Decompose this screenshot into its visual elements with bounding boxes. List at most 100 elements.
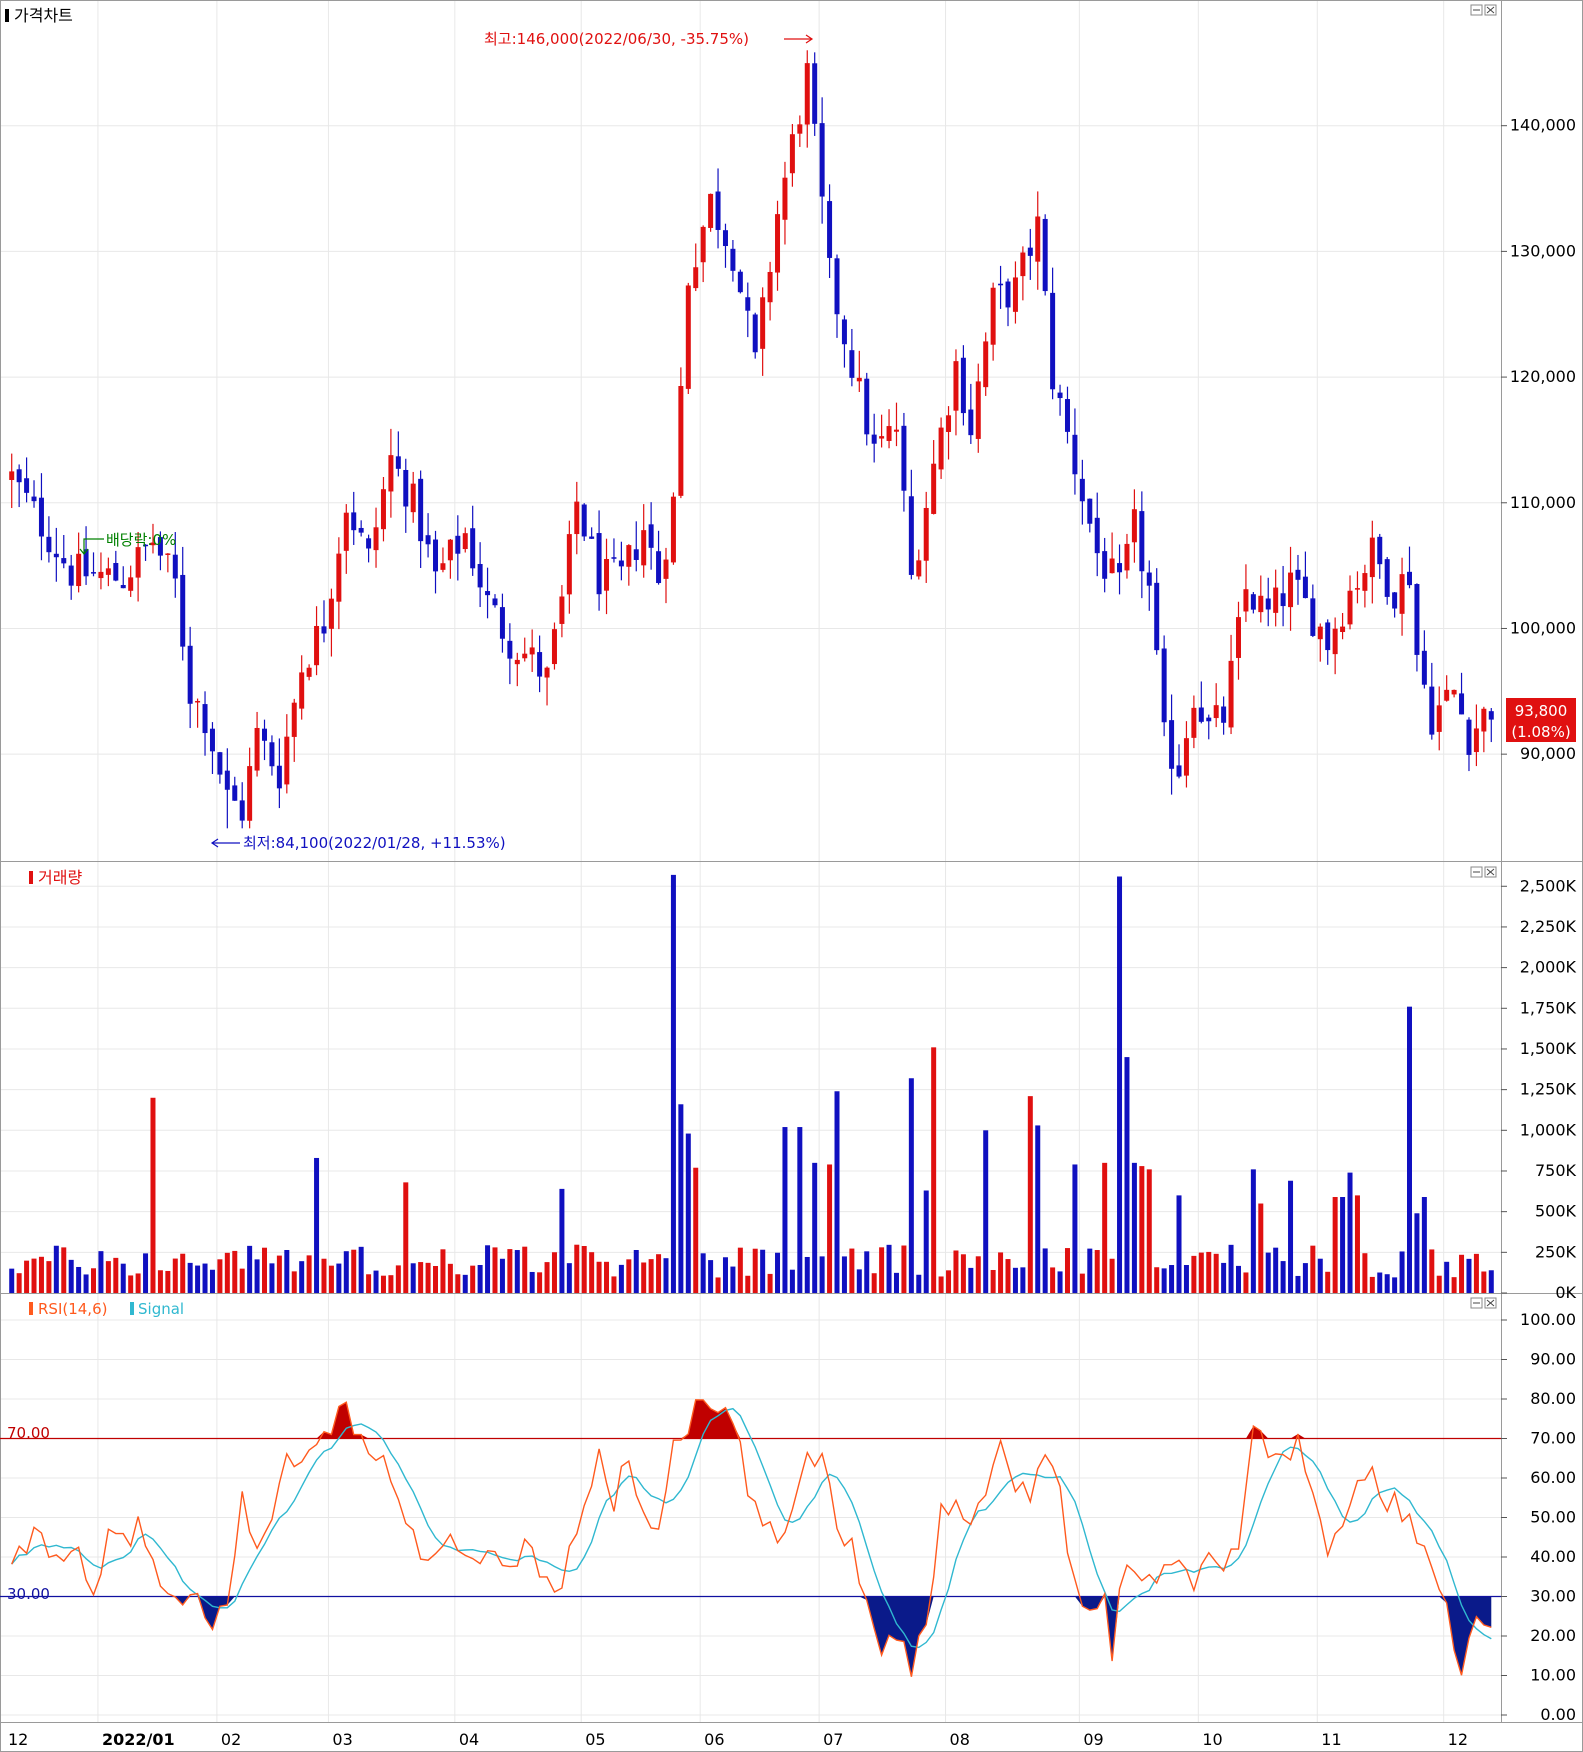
candle-body [1302, 576, 1308, 599]
candle-body [76, 553, 82, 587]
rsi-panel-close-button[interactable] [1484, 1297, 1497, 1309]
volume-panel-close-button[interactable] [1484, 866, 1497, 878]
volume-bar [1466, 1258, 1472, 1293]
volume-bar [291, 1271, 297, 1293]
volume-panel-minimize-button[interactable] [1470, 866, 1483, 878]
volume-bar [172, 1258, 178, 1293]
volume-bar [209, 1269, 215, 1293]
candle-body [566, 534, 572, 595]
volume-bar [1288, 1180, 1294, 1293]
volume-bar [410, 1263, 416, 1293]
rsi-panel-minimize-button[interactable] [1470, 1297, 1483, 1309]
candle-body [1466, 719, 1472, 755]
volume-bar [1473, 1253, 1479, 1293]
candle-body [1384, 559, 1390, 597]
volume-tick-label: 250K [1535, 1242, 1577, 1261]
volume-bar [150, 1097, 156, 1293]
volume-bar [46, 1261, 52, 1293]
price-panel-minimize-button[interactable] [1470, 4, 1483, 16]
candle-body [1050, 292, 1056, 390]
volume-title-marker [29, 871, 33, 884]
volume-bar [1421, 1197, 1427, 1293]
candle-body [388, 455, 394, 492]
candle-body [1273, 587, 1279, 613]
volume-bar [284, 1249, 290, 1293]
volume-bar [447, 1263, 453, 1293]
candle-body [916, 560, 922, 577]
volume-bar [1042, 1248, 1048, 1293]
rsi-tick-label: 60.00 [1530, 1468, 1576, 1487]
candle-body [180, 574, 186, 647]
price-tick-label: 120,000 [1510, 367, 1576, 386]
candle-body [1429, 686, 1435, 735]
candle-body [1035, 216, 1041, 262]
x-axis-label: 07 [823, 1730, 843, 1749]
volume-bar [135, 1273, 141, 1293]
volume-bar [1406, 1006, 1412, 1293]
candle-body [1288, 572, 1294, 608]
volume-bar [388, 1275, 394, 1293]
x-axis-label: 11 [1321, 1730, 1341, 1749]
volume-bar [1169, 1265, 1175, 1293]
candle-body [247, 766, 253, 821]
volume-bar [507, 1249, 513, 1293]
price-tick-label: 140,000 [1510, 116, 1576, 135]
volume-bar [827, 1164, 833, 1293]
volume-bar [544, 1262, 550, 1293]
volume-bar [804, 1256, 810, 1293]
candle-body [61, 558, 67, 564]
volume-bar [678, 1104, 684, 1293]
volume-bar [648, 1259, 654, 1293]
volume-bar [306, 1255, 312, 1293]
candle-body [722, 230, 728, 247]
volume-bar [656, 1254, 662, 1293]
price-panel-close-button[interactable] [1484, 4, 1497, 16]
candle-body [1265, 598, 1271, 610]
volume-bar [83, 1274, 89, 1293]
candle-body [849, 350, 855, 378]
x-axis-label: 09 [1083, 1730, 1103, 1749]
candle-body [641, 530, 647, 566]
candle-body [537, 652, 543, 677]
x-axis-label: 12 [8, 1730, 28, 1749]
candle-body [447, 539, 453, 561]
volume-bar [202, 1263, 208, 1293]
candle-body [499, 607, 505, 639]
volume-bar [1354, 1195, 1360, 1293]
volume-bar [670, 874, 676, 1293]
candle-body [462, 533, 468, 550]
volume-bar [1050, 1267, 1056, 1293]
volume-bar [938, 1276, 944, 1293]
candle-body [380, 489, 386, 530]
volume-bar [923, 1190, 929, 1293]
candle-body [485, 591, 491, 596]
candle-body [841, 319, 847, 345]
volume-bar [641, 1262, 647, 1293]
volume-bar [1369, 1276, 1375, 1293]
candle-body [395, 456, 401, 469]
candle-body [1131, 509, 1137, 543]
volume-bar [849, 1248, 855, 1293]
candle-body [418, 478, 424, 542]
volume-bar [1102, 1162, 1108, 1293]
volume-bar [1399, 1251, 1405, 1293]
candle-body [1250, 594, 1256, 610]
candle-body [559, 596, 565, 624]
candle-body [998, 283, 1004, 286]
candle-body [715, 191, 721, 230]
candle-body [1183, 738, 1189, 776]
volume-bar [217, 1259, 223, 1293]
candle-body [1325, 622, 1331, 651]
candle-body [425, 535, 431, 545]
candle-body [1191, 707, 1197, 738]
volume-bar [1265, 1252, 1271, 1293]
candle-body [1228, 660, 1234, 728]
volume-bar [1094, 1250, 1100, 1293]
volume-bar [916, 1274, 922, 1293]
candle-body [492, 598, 498, 606]
candle-body [269, 742, 275, 767]
candle-body [960, 357, 966, 414]
candle-body [24, 478, 30, 493]
rsi-tick-label: 20.00 [1530, 1626, 1576, 1645]
signal-legend-label: Signal [138, 1300, 184, 1318]
